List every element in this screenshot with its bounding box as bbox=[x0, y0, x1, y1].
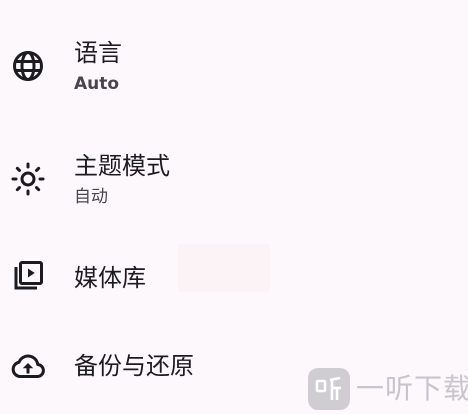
setting-title-theme: 主题模式 bbox=[74, 152, 170, 180]
setting-subtitle-theme: 自动 bbox=[74, 187, 108, 207]
setting-title-backup: 备份与还原 bbox=[74, 352, 194, 380]
watermark-logo-icon bbox=[308, 368, 350, 410]
globe-icon bbox=[10, 48, 46, 84]
setting-title-language: 语言 bbox=[74, 39, 122, 67]
background-patch bbox=[178, 244, 270, 292]
sun-icon bbox=[10, 161, 46, 197]
setting-item-language[interactable]: 语言 Auto bbox=[0, 24, 468, 110]
setting-title-library: 媒体库 bbox=[74, 264, 146, 292]
watermark-text: 一听下载 bbox=[356, 372, 468, 405]
setting-subtitle-language: Auto bbox=[74, 74, 120, 94]
cloud-upload-icon bbox=[10, 348, 46, 384]
watermark: 一听下载 bbox=[306, 366, 468, 412]
setting-item-theme[interactable]: 主题模式 自动 bbox=[0, 136, 468, 222]
video-library-icon bbox=[10, 258, 46, 294]
